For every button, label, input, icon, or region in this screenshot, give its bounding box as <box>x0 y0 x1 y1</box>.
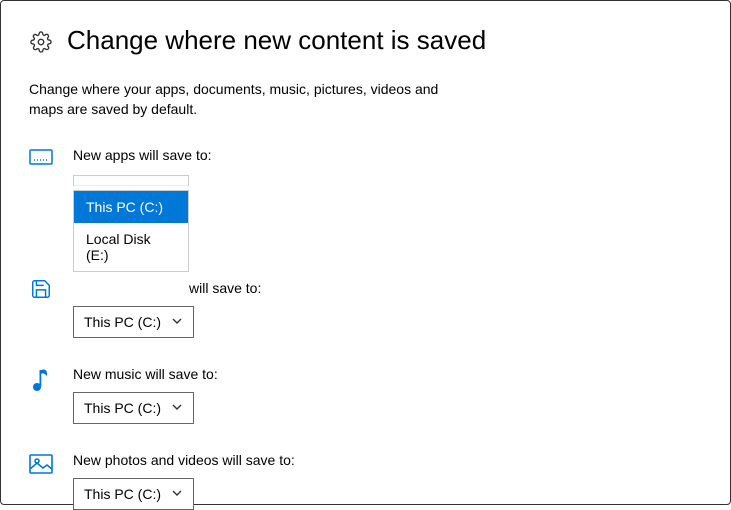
photos-label: New photos and videos will save to: <box>73 452 702 468</box>
save-icon <box>29 278 53 300</box>
apps-label: New apps will save to: <box>73 147 702 163</box>
photos-dropdown[interactable]: This PC (C:) <box>73 478 194 510</box>
setting-documents: placeholder will save to: This PC (C:) <box>29 280 702 338</box>
setting-apps: New apps will save to: This PC (C:) Loca… <box>29 147 702 272</box>
setting-music: New music will save to: This PC (C:) <box>29 366 702 424</box>
apps-dropdown-open[interactable] <box>73 175 189 186</box>
music-label: New music will save to: <box>73 366 702 382</box>
gear-icon <box>29 31 53 53</box>
chevron-down-icon <box>171 400 183 416</box>
setting-photos: New photos and videos will save to: This… <box>29 452 702 510</box>
music-dropdown[interactable]: This PC (C:) <box>73 392 194 424</box>
documents-dropdown-value: This PC (C:) <box>84 314 161 330</box>
chevron-down-icon <box>171 486 183 502</box>
chevron-down-icon <box>171 314 183 330</box>
page-description: Change where your apps, documents, music… <box>29 80 449 119</box>
apps-option-local-disk[interactable]: Local Disk (E:) <box>74 223 188 271</box>
documents-label-peek: will save to: <box>189 280 261 296</box>
apps-icon <box>29 149 53 167</box>
apps-option-this-pc[interactable]: This PC (C:) <box>74 191 188 223</box>
music-note-icon <box>29 368 53 392</box>
music-dropdown-value: This PC (C:) <box>84 400 161 416</box>
picture-icon <box>29 454 53 474</box>
page-header: Change where new content is saved <box>29 25 702 56</box>
apps-dropdown-list: This PC (C:) Local Disk (E:) <box>73 190 189 272</box>
photos-dropdown-value: This PC (C:) <box>84 486 161 502</box>
page-title: Change where new content is saved <box>67 25 486 56</box>
documents-dropdown[interactable]: This PC (C:) <box>73 306 194 338</box>
